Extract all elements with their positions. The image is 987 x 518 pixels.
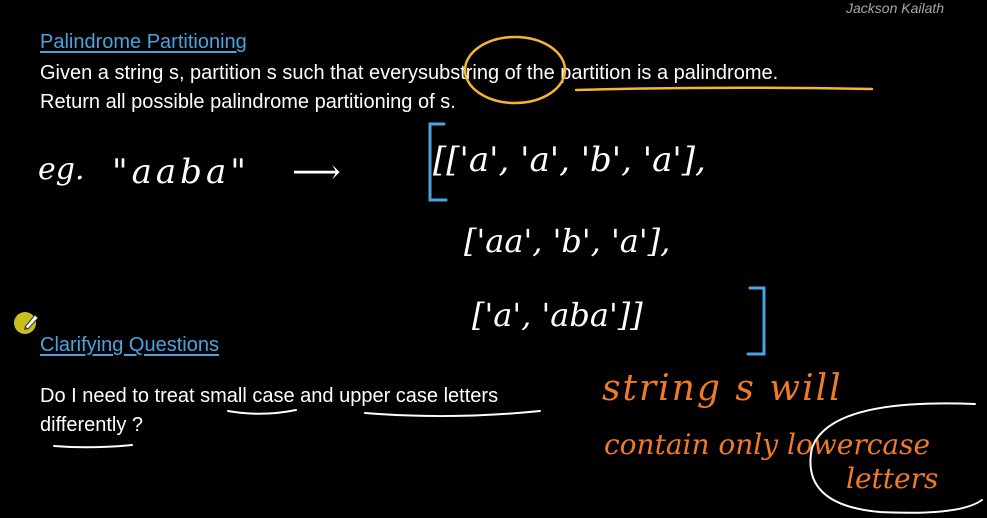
pen-cursor-icon <box>14 312 39 334</box>
differently-underline <box>53 444 133 449</box>
small-case-underline <box>227 409 297 415</box>
outer-close-bracket <box>746 286 766 356</box>
slide-canvas: Jackson Kailath Palindrome Partitioning … <box>0 0 987 518</box>
lowercase-circle <box>809 402 983 514</box>
outer-open-bracket <box>428 122 448 202</box>
substring-circle <box>463 35 567 105</box>
palindrome-underline <box>574 86 874 92</box>
upper-case-underline <box>364 410 541 418</box>
ink-annotations <box>53 35 983 514</box>
